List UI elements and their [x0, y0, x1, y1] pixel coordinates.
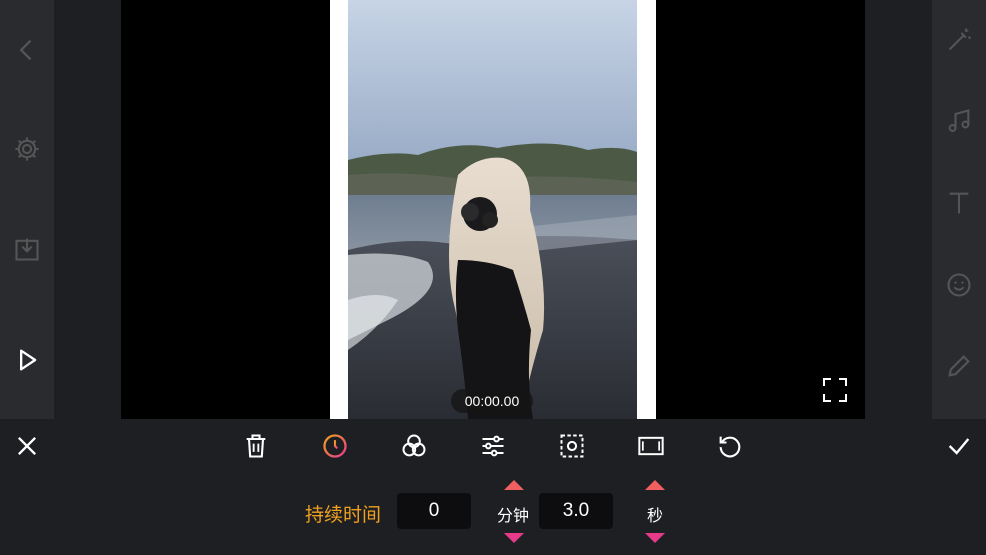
minutes-increase-arrow[interactable]	[504, 480, 524, 490]
minutes-input[interactable]: 0	[397, 493, 471, 529]
timestamp-label: 00:00.00	[451, 389, 533, 413]
seconds-input[interactable]: 3.0	[539, 493, 613, 529]
filter-icon[interactable]	[399, 431, 429, 461]
duration-label: 持续时间	[305, 505, 382, 526]
seconds-increase-arrow[interactable]	[645, 480, 665, 490]
crop-focus-icon[interactable]	[557, 431, 587, 461]
clock-icon[interactable]	[320, 431, 350, 461]
trash-icon[interactable]	[241, 431, 271, 461]
close-icon[interactable]	[12, 431, 42, 461]
left-rail	[0, 0, 54, 419]
photo-frame	[330, 0, 656, 419]
video-preview[interactable]: 00:00.00	[121, 0, 865, 419]
seconds-unit: 秒	[647, 508, 664, 525]
gear-icon[interactable]	[12, 134, 42, 164]
preview-gutter-left	[54, 0, 121, 419]
edit-toolbar	[0, 419, 986, 474]
magic-wand-icon[interactable]	[944, 25, 974, 55]
minutes-decrease-arrow[interactable]	[504, 533, 524, 543]
preview-image	[348, 0, 637, 419]
seconds-decrease-arrow[interactable]	[645, 533, 665, 543]
pen-icon[interactable]	[944, 351, 974, 381]
back-icon[interactable]	[12, 35, 42, 65]
duration-panel: 持续时间 0 分钟 3.0 秒	[0, 474, 986, 555]
check-icon[interactable]	[944, 431, 974, 461]
preview-gutter-right	[865, 0, 932, 419]
frame-icon[interactable]	[636, 431, 666, 461]
right-rail	[932, 0, 986, 419]
music-icon[interactable]	[944, 106, 974, 136]
emoji-icon[interactable]	[944, 270, 974, 300]
download-icon[interactable]	[12, 234, 42, 264]
minutes-unit: 分钟	[497, 508, 530, 525]
text-icon[interactable]	[944, 188, 974, 218]
fullscreen-icon[interactable]	[821, 376, 849, 404]
adjust-icon[interactable]	[478, 431, 508, 461]
play-icon[interactable]	[12, 345, 42, 375]
rotate-icon[interactable]	[715, 431, 745, 461]
